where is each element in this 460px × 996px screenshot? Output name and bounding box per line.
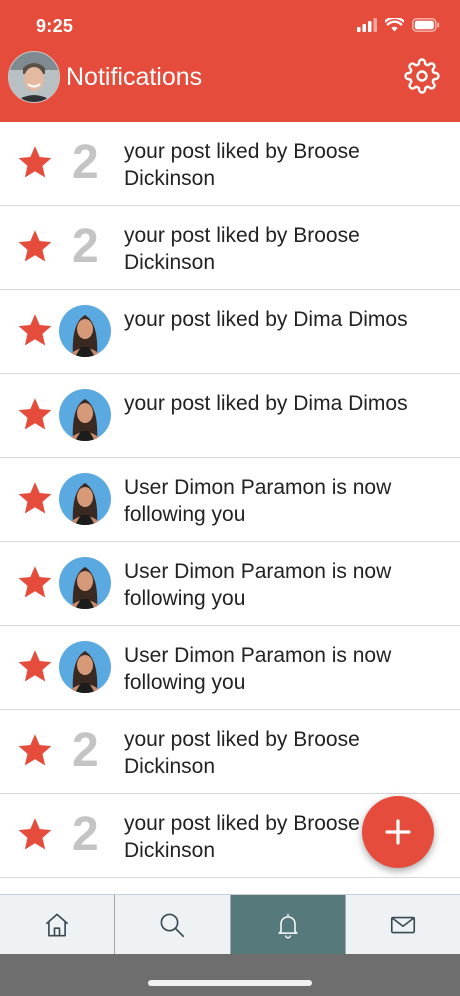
bell-icon xyxy=(278,913,298,939)
user-avatar[interactable] xyxy=(59,557,111,609)
notification-text: your post liked by Broose Dickinson xyxy=(124,140,360,190)
star-icon[interactable] xyxy=(17,816,53,852)
notification-text: your post liked by Dima Dimos xyxy=(124,392,408,415)
notification-row-partial[interactable] xyxy=(0,878,460,894)
star-icon[interactable] xyxy=(17,144,53,180)
notification-text: your post liked by Broose Dickinson xyxy=(124,224,360,274)
home-icon xyxy=(45,913,69,937)
notification-row[interactable]: 2 your post liked by Broose Dickinson xyxy=(0,710,460,794)
plus-icon xyxy=(385,819,411,845)
notification-row[interactable]: your post liked by Dima Dimos xyxy=(0,290,460,374)
rank-number: 2 xyxy=(72,136,99,189)
rank-number: 2 xyxy=(72,808,99,861)
notification-row[interactable]: 2 your post liked by Broose Dickinson xyxy=(0,122,460,206)
app-header: Notifications xyxy=(0,46,460,122)
battery-icon xyxy=(412,18,440,32)
add-button[interactable] xyxy=(362,796,434,868)
notification-text: your post liked by Broose Dickinson xyxy=(124,728,360,778)
status-time: 9:25 xyxy=(36,16,74,36)
notification-row[interactable]: 2 your post liked by Broose Dickinson xyxy=(0,206,460,290)
status-bar: 9:25 xyxy=(0,0,460,46)
user-avatar[interactable] xyxy=(59,641,111,693)
profile-avatar[interactable] xyxy=(8,51,60,103)
home-indicator[interactable] xyxy=(148,980,312,986)
star-icon[interactable] xyxy=(17,312,53,348)
notification-row[interactable]: User Dimon Paramon is now following you xyxy=(0,626,460,710)
tab-notifications[interactable] xyxy=(230,895,346,955)
notification-row[interactable]: User Dimon Paramon is now following you xyxy=(0,458,460,542)
star-icon[interactable] xyxy=(17,228,53,264)
search-icon xyxy=(160,913,185,938)
notification-text: User Dimon Paramon is now following you xyxy=(124,644,392,694)
signal-icon xyxy=(357,18,377,32)
home-indicator-area xyxy=(0,954,460,996)
page-title: Notifications xyxy=(66,63,203,91)
user-avatar[interactable] xyxy=(59,473,111,525)
star-icon[interactable] xyxy=(17,480,53,516)
rank-number: 2 xyxy=(72,724,99,777)
rank-number: 2 xyxy=(72,220,99,273)
user-avatar[interactable] xyxy=(59,305,111,357)
notification-row[interactable]: your post liked by Dima Dimos xyxy=(0,374,460,458)
settings-button[interactable] xyxy=(404,58,440,94)
star-icon[interactable] xyxy=(17,564,53,600)
star-icon[interactable] xyxy=(17,732,53,768)
tab-bar xyxy=(0,894,460,955)
notification-list[interactable]: 2 your post liked by Broose Dickinson 2 … xyxy=(0,122,460,894)
notification-text: your post liked by Dima Dimos xyxy=(124,308,408,331)
user-avatar[interactable] xyxy=(59,389,111,441)
gear-icon xyxy=(404,58,440,94)
tab-messages[interactable] xyxy=(346,895,460,955)
tab-search[interactable] xyxy=(115,895,231,955)
star-icon[interactable] xyxy=(17,396,53,432)
mail-icon xyxy=(390,916,415,934)
wifi-icon xyxy=(385,18,404,32)
status-icons xyxy=(357,18,440,32)
notification-text: User Dimon Paramon is now following you xyxy=(124,476,392,526)
notification-row[interactable]: User Dimon Paramon is now following you xyxy=(0,542,460,626)
tab-home[interactable] xyxy=(0,895,116,955)
star-icon[interactable] xyxy=(17,648,53,684)
notification-text: User Dimon Paramon is now following you xyxy=(124,560,392,610)
